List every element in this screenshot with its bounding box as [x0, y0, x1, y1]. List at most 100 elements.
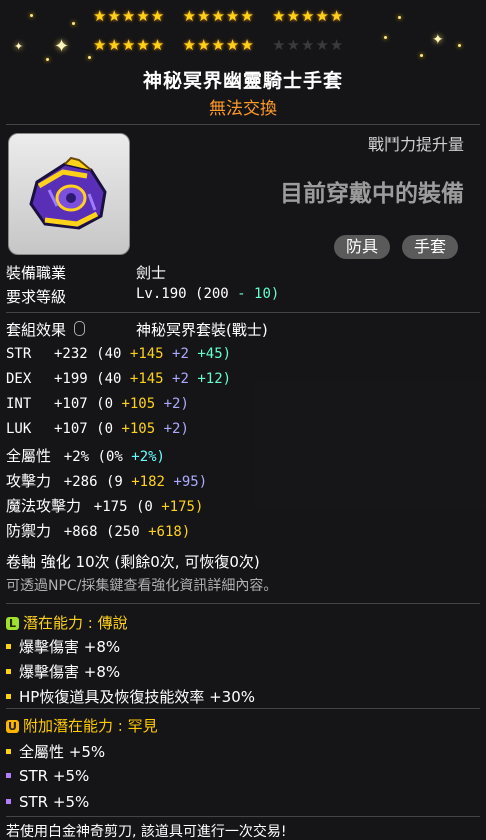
stat-add-flame: +12) [197, 371, 232, 387]
sparkle-dot [30, 14, 33, 17]
combat-power-label: 戰鬥力提升量 [367, 135, 464, 154]
stat-add-star: +175) [161, 499, 204, 515]
level-base: (200 [195, 286, 229, 302]
stat-base: (40 [96, 371, 122, 387]
item-tooltip: ★★★★★ ★★★★★ ★★★★★ ★★★★★ ★★★★★ ★★★★★ ✦ ✦ … [0, 0, 486, 840]
potential-text: 爆擊傷害 +8% [19, 663, 121, 681]
scroll-hint: 可透過NPC/採集鍵查看強化資訊詳細內容。 [6, 578, 278, 594]
tag-glove: 手套 [402, 235, 459, 259]
potential-title: 潛在能力 : 傳說 [23, 614, 128, 632]
stat-row-allstat: 全屬性 +2% (0% +2%) [6, 445, 165, 466]
bullet-icon [6, 773, 11, 778]
stat-name: DEX [6, 371, 32, 387]
potential-text: 爆擊傷害 +8% [19, 638, 121, 656]
set-name: 神秘冥界套裝(戰士) [136, 321, 268, 339]
stat-values: +199 (40 +145 +2 +12) [54, 371, 231, 387]
stat-values: +286 (9 +182 +95) [64, 474, 207, 490]
set-label: 套組效果 [6, 321, 67, 339]
bullet-icon [6, 644, 11, 649]
divider [6, 312, 480, 313]
equipped-label: 目前穿戴中的裝備 [280, 181, 464, 207]
stat-add-star: +145 [129, 346, 164, 362]
stat-base: (0 [96, 396, 114, 412]
unique-rank-icon: U [6, 720, 19, 733]
level-reduction: - 10) [237, 286, 280, 302]
divider [6, 816, 480, 817]
additional-potential-line: 全屬性 +5% [6, 741, 105, 762]
stat-name: INT [6, 396, 32, 412]
stat-add-star: +105 [121, 421, 156, 437]
mouse-icon [73, 321, 85, 336]
potential-line: 爆擊傷害 +8% [6, 661, 120, 682]
job-label: 裝備職業 [6, 264, 67, 282]
job-row: 裝備職業 劍士 [6, 262, 166, 283]
stat-row-attack: 攻擊力 +286 (9 +182 +95) [6, 470, 207, 491]
stat-row-defense: 防禦力 +868 (250 +618) [6, 520, 190, 541]
divider [6, 603, 480, 604]
tag-armor: 防具 [334, 235, 391, 259]
glove-icon [29, 156, 107, 230]
stat-values: +2% (0% +2%) [64, 449, 165, 465]
stat-values: +107 (0 +105 +2) [54, 421, 189, 437]
stat-add-scroll: +95) [173, 474, 208, 490]
stat-total: +107 [54, 421, 88, 437]
additional-potential-line: STR +5% [6, 767, 89, 785]
sparkle-dot [420, 54, 423, 57]
stat-add-scroll: +2 [172, 371, 189, 387]
potential-text: HP恢復道具及恢復技能效率 +30% [19, 688, 256, 706]
level-label: 要求等級 [6, 288, 67, 306]
additional-potential-text: STR +5% [19, 767, 90, 785]
trade-hint-footer: 若使用白金神奇剪刀, 該道具可進行一次交易! [6, 824, 287, 840]
stat-row-dex: DEX +199 (40 +145 +2 +12) [6, 371, 231, 387]
level-value: Lv.190 [136, 286, 187, 302]
stat-total: +2% [63, 449, 90, 465]
stat-base: (40 [96, 346, 122, 362]
stat-add-scroll: +2) [163, 396, 189, 412]
sparkle-dot [72, 22, 75, 25]
sparkle-dot [88, 56, 91, 59]
job-value: 劍士 [136, 264, 167, 282]
sparkle-icon: ✦ [54, 36, 70, 57]
stat-base: (0 [135, 499, 153, 515]
bullet-icon [6, 749, 11, 754]
bullet-icon [6, 694, 11, 699]
stat-add-star: +182 [131, 474, 165, 490]
stat-add-flame: +2%) [131, 449, 165, 465]
star-row-1: ★★★★★ ★★★★★ ★★★★★ [93, 7, 345, 25]
stat-row-int: INT +107 (0 +105 +2) [6, 396, 189, 412]
additional-potential-text: STR +5% [19, 793, 90, 811]
additional-potential-text: 全屬性 +5% [19, 743, 106, 761]
stat-add-star: +145 [129, 371, 164, 387]
bullet-icon [6, 799, 11, 804]
stat-base: (0% [97, 449, 123, 465]
stat-total: +868 [63, 524, 98, 540]
potential-line: HP恢復道具及恢復技能效率 +30% [6, 686, 255, 707]
stat-add-flame: +45) [197, 346, 232, 362]
divider [6, 124, 480, 125]
trade-status: 無法交換 [209, 99, 277, 119]
level-row: 要求等級 Lv.190 (200 - 10) [6, 286, 279, 307]
level-value-group: Lv.190 (200 - 10) [136, 286, 279, 302]
additional-potential-line: STR +5% [6, 793, 89, 811]
stat-name: 防禦力 [6, 522, 52, 540]
stat-name: 攻擊力 [6, 472, 52, 490]
set-row[interactable]: 套組效果 神秘冥界套裝(戰士) [6, 319, 268, 340]
legendary-rank-icon: L [6, 617, 19, 630]
scroll-upgrade-text: 卷軸 強化 10次 (剩餘0次, 可恢復0次) [6, 553, 260, 571]
sparkle-dot [458, 44, 461, 47]
item-name: 神秘冥界幽靈騎士手套 [142, 70, 343, 92]
sparkle-dot [398, 16, 401, 19]
stat-add-scroll: +2 [172, 346, 189, 362]
sparkle-icon: ✦ [14, 40, 24, 53]
stat-row-luk: LUK +107 (0 +105 +2) [6, 421, 189, 437]
stat-add-star: +618) [148, 524, 191, 540]
stat-name: 魔法攻擊力 [6, 497, 82, 515]
stat-row-str: STR +232 (40 +145 +2 +45) [6, 346, 231, 362]
additional-potential-header: U 附加潛在能力 : 罕見 [6, 715, 158, 736]
stat-total: +232 [54, 346, 88, 362]
stat-total: +107 [54, 396, 88, 412]
stat-add-star: +105 [121, 396, 156, 412]
divider [6, 708, 480, 709]
stat-total: +175 [93, 499, 128, 515]
star-row-2: ★★★★★ ★★★★★ ★★★★★ [93, 36, 345, 54]
